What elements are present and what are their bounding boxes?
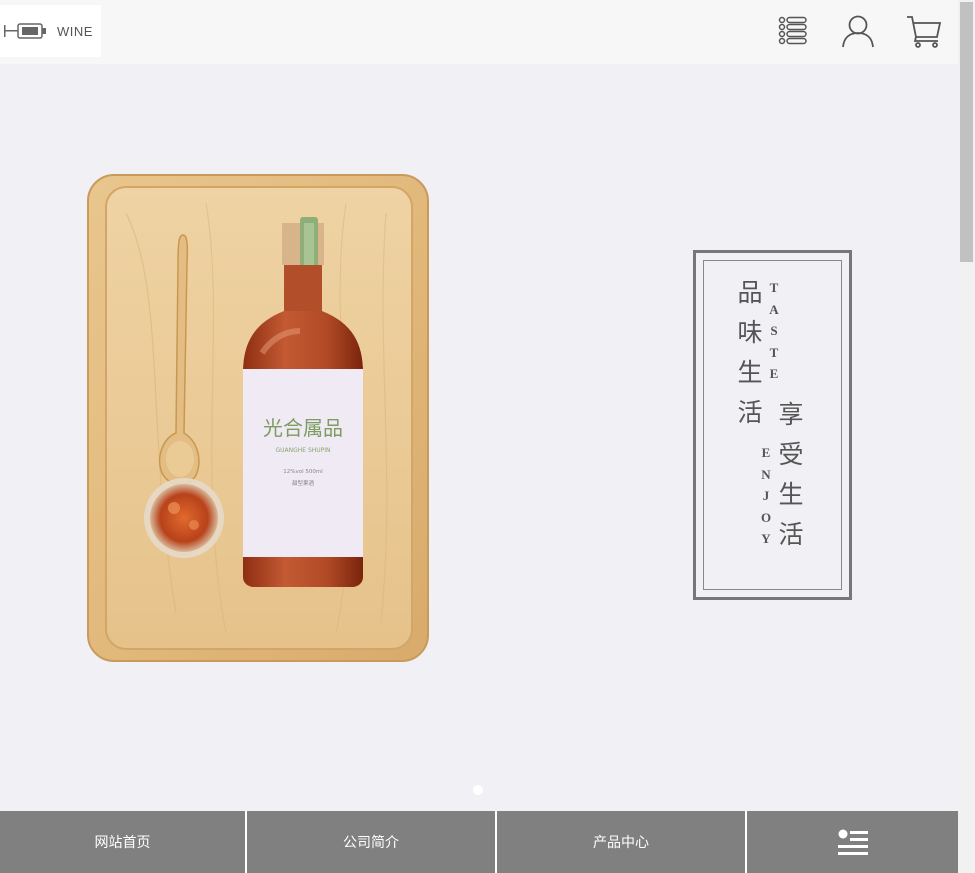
slogan-frame: 品味生活 TASTE 享受生活 ENJOY [693,250,852,600]
slogan-taste-cn: 品味生活 [737,278,763,427]
svg-text:GUANGHE SHUPIN: GUANGHE SHUPIN [275,447,330,454]
nav-menu-button[interactable] [747,811,958,873]
svg-text:12%vol 500ml: 12%vol 500ml [283,469,323,475]
menu-icon [837,829,868,855]
scrollbar-thumb[interactable] [960,2,973,262]
page: WINE 光合属品 GUANGHE SHUPIN 12%vol 500ml 甜型… [0,0,975,873]
logo-text: WINE [57,23,93,39]
svg-text:甜型果酒: 甜型果酒 [292,479,315,487]
nav-products-label: 产品中心 [593,835,649,851]
wine-logo-icon [4,23,46,39]
slogan-enjoy-cn: 享受生活 [778,400,804,549]
nav-home[interactable]: 网站首页 [0,811,245,873]
nav-products[interactable]: 产品中心 [497,811,745,873]
nav-about[interactable]: 公司简介 [247,811,495,873]
wine-bottle-tray-image: 光合属品 GUANGHE SHUPIN 12%vol 500ml 甜型果酒 [87,174,429,662]
bottom-nav: 网站首页 公司简介 产品中心 [0,811,958,873]
list-menu-icon[interactable] [775,13,811,49]
slogan-taste-en: TASTE [769,280,779,381]
page-scrollbar[interactable] [958,0,975,873]
slogan-inner-frame: 品味生活 TASTE 享受生活 ENJOY [703,260,842,590]
top-header: WINE [0,0,958,64]
nav-home-label: 网站首页 [94,835,151,851]
site-logo[interactable]: WINE [0,5,101,57]
user-icon[interactable] [840,13,876,49]
svg-text:光合属品: 光合属品 [263,416,343,440]
cart-icon[interactable] [906,13,942,49]
nav-about-label: 公司简介 [343,835,399,851]
hero-banner: 光合属品 GUANGHE SHUPIN 12%vol 500ml 甜型果酒 品味… [0,64,958,800]
carousel-dot-active[interactable] [473,785,483,795]
wine-photo: 光合属品 GUANGHE SHUPIN 12%vol 500ml 甜型果酒 [86,173,432,665]
slogan-enjoy-en: ENJOY [760,445,772,546]
